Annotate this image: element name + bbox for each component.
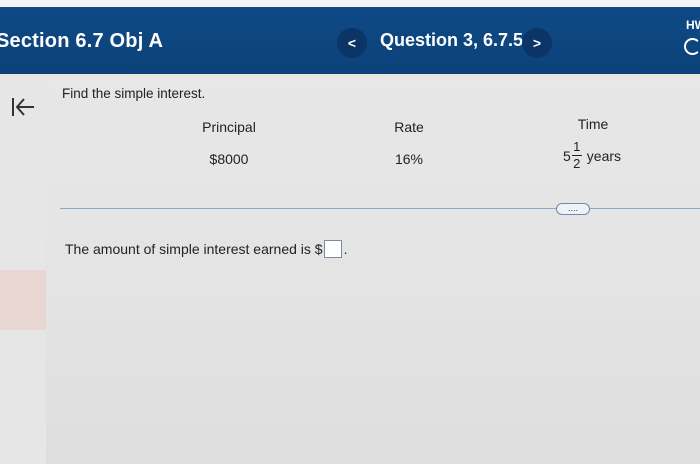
sidebar-accent	[0, 270, 46, 330]
header-bar: Section 6.7 Obj A < Question 3, 6.7.5 > …	[0, 0, 700, 74]
rate-value: 16%	[394, 151, 424, 167]
progress-ring-icon[interactable]	[684, 38, 700, 55]
fraction-denominator: 2	[573, 156, 581, 171]
left-sidebar	[0, 74, 46, 464]
hw-label: HW	[686, 18, 700, 32]
time-header: Time	[577, 116, 609, 132]
chevron-left-icon: <	[347, 35, 357, 51]
fraction-numerator: 1	[573, 139, 581, 154]
time-unit: years	[586, 147, 622, 164]
section-title: Section 6.7 Obj A	[0, 30, 164, 52]
time-value: 5 1 2 years	[563, 140, 621, 171]
answer-input[interactable]	[323, 240, 342, 258]
answer-line: The amount of simple interest earned is …	[65, 240, 347, 258]
time-fraction: 1 2	[571, 139, 582, 171]
answer-suffix: .	[343, 241, 348, 257]
principal-value: $8000	[209, 151, 249, 167]
rate-header: Rate	[394, 119, 424, 135]
question-prompt: Find the simple interest.	[62, 86, 206, 101]
answer-prefix: The amount of simple interest earned is …	[65, 241, 323, 257]
back-to-start-arrow-icon[interactable]	[10, 96, 36, 118]
chevron-right-icon: >	[532, 35, 542, 51]
time-whole: 5	[563, 147, 571, 164]
content-divider	[60, 208, 700, 209]
principal-header: Principal	[202, 119, 256, 135]
top-strip	[0, 0, 700, 7]
previous-question-button[interactable]: <	[337, 28, 367, 58]
more-options-button[interactable]: ....	[556, 203, 590, 215]
next-question-button[interactable]: >	[522, 28, 552, 58]
question-title: Question 3, 6.7.5	[380, 30, 524, 50]
page: Section 6.7 Obj A < Question 3, 6.7.5 > …	[0, 0, 700, 464]
